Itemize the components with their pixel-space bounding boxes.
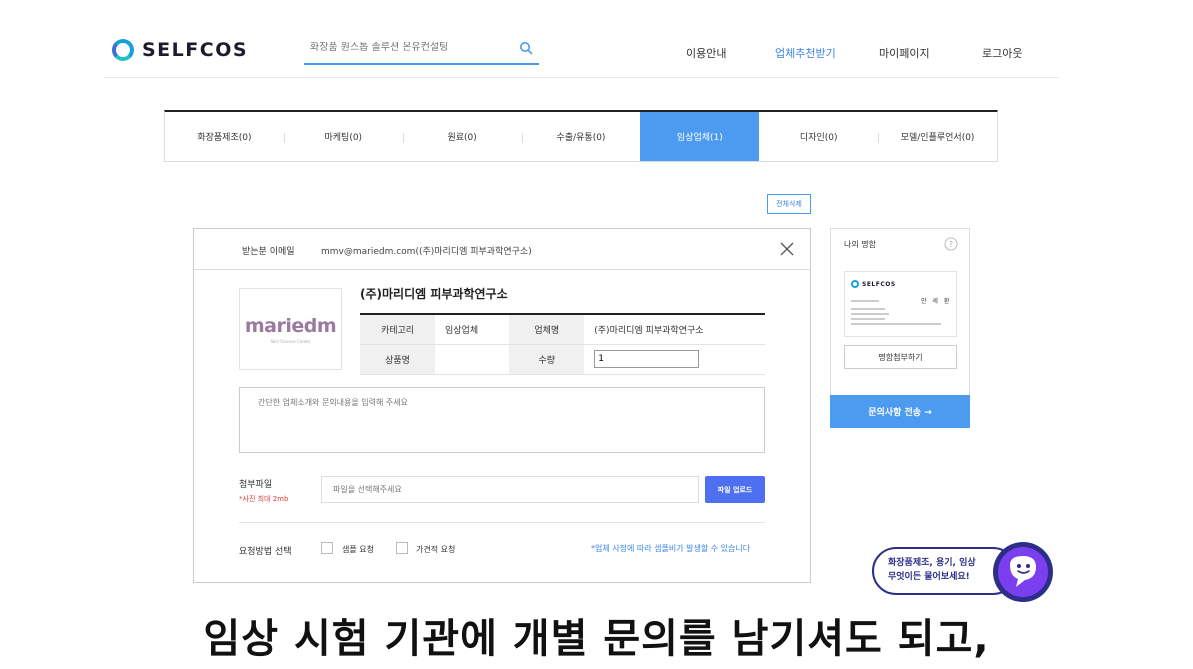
brand-name: SELFCOS bbox=[142, 39, 249, 61]
video-subtitle: 임상 시험 기관에 개별 문의를 남기셔도 되고, bbox=[203, 616, 990, 662]
form-header: 받는분 이메일 mmv@mariedm.com((주)마리디엠 피부과학연구소) bbox=[194, 229, 810, 270]
vendor-value: (주)마리디엠 피부과학연구소 bbox=[584, 314, 765, 345]
tab-raw-materials[interactable]: 원료(0) bbox=[402, 112, 522, 161]
close-icon[interactable] bbox=[779, 241, 795, 257]
sample-request-checkbox[interactable] bbox=[321, 542, 333, 554]
search-input[interactable] bbox=[310, 42, 510, 53]
svg-text:?: ? bbox=[949, 240, 953, 249]
card-text-line bbox=[851, 313, 889, 315]
company-logo-wordmark: mariedm bbox=[244, 314, 337, 337]
logo-ring-icon bbox=[112, 39, 134, 61]
card-text-line bbox=[851, 318, 885, 320]
tab-export-distribution[interactable]: 수출/유통(0) bbox=[521, 112, 641, 161]
recipient-label: 받는분 이메일 bbox=[242, 247, 295, 257]
inquiry-message-input[interactable] bbox=[239, 387, 765, 453]
company-logo: mariedm Skin Science Center bbox=[239, 288, 342, 370]
inquiry-form: 받는분 이메일 mmv@mariedm.com((주)마리디엠 피부과학연구소)… bbox=[193, 228, 811, 583]
card-logo-ring-icon bbox=[851, 280, 859, 288]
business-card-preview: SELFCOS 안 세 환 bbox=[844, 271, 957, 337]
tab-marketing[interactable]: 마케팅(0) bbox=[283, 112, 403, 161]
tab-model-influencer[interactable]: 모델/인플루언서(0) bbox=[878, 112, 997, 161]
card-text-line bbox=[851, 308, 885, 310]
table-row: 상품명 수량 bbox=[360, 344, 765, 375]
card-person-name: 안 세 환 bbox=[921, 298, 952, 305]
vendor-info-table: 카테고리 임상업체 업체명 (주)마리디엠 피부과학연구소 상품명 수량 bbox=[360, 313, 765, 375]
page: SELFCOS 이용안내 업체추천받기 마이페이지 로그아웃 화장품제조(0) … bbox=[0, 0, 1193, 669]
card-text-line bbox=[851, 300, 879, 302]
file-upload-button[interactable]: 파일 업로드 bbox=[705, 476, 765, 503]
nav-vendor-recommendation[interactable]: 업체추천받기 bbox=[775, 45, 836, 61]
help-icon[interactable]: ? bbox=[944, 237, 958, 251]
tab-cosmetic-manufacturing[interactable]: 화장품제조(0) bbox=[165, 112, 284, 161]
company-name: (주)마리디엠 피부과학연구소 bbox=[360, 287, 508, 301]
selfcos-logo[interactable]: SELFCOS bbox=[112, 39, 248, 61]
card-text-line bbox=[851, 323, 941, 325]
product-value bbox=[435, 344, 510, 375]
attach-business-card-button[interactable]: 명함첨부하기 bbox=[844, 345, 957, 369]
quote-request-label[interactable]: 가견적 요청 bbox=[416, 544, 455, 555]
category-tabs: 화장품제조(0) 마케팅(0) 원료(0) 수출/유통(0) 임상업체(1) 디… bbox=[164, 110, 998, 162]
site-header: SELFCOS 이용안내 업체추천받기 마이페이지 로그아웃 bbox=[104, 0, 1059, 78]
delete-all-button[interactable]: 전체삭제 bbox=[767, 194, 811, 214]
chatbot-icon[interactable] bbox=[992, 541, 1054, 603]
attachment-label: 첨부파일 bbox=[239, 480, 273, 490]
vendor-label: 업체명 bbox=[509, 314, 585, 345]
sample-fee-note: *업체 사정에 따라 샘플비가 발생할 수 있습니다 bbox=[591, 544, 751, 553]
nav-mypage[interactable]: 마이페이지 bbox=[879, 45, 930, 61]
sample-request-label[interactable]: 샘플 요청 bbox=[342, 544, 374, 555]
card-logo: SELFCOS bbox=[851, 280, 896, 288]
divider bbox=[239, 522, 765, 523]
attachment-size-note: *사진 최대 2mb bbox=[239, 495, 289, 503]
quantity-cell bbox=[584, 344, 765, 375]
company-logo-tagline: Skin Science Center bbox=[270, 338, 311, 344]
product-label: 상품명 bbox=[360, 344, 435, 375]
nav-usage-guide[interactable]: 이용안내 bbox=[686, 45, 726, 61]
card-brand: SELFCOS bbox=[862, 280, 896, 288]
tab-design[interactable]: 디자인(0) bbox=[759, 112, 878, 161]
request-method-label: 요청방법 선택 bbox=[239, 547, 292, 557]
send-inquiry-button[interactable]: 문의사항 전송 → bbox=[830, 395, 970, 428]
search-icon[interactable] bbox=[519, 41, 533, 55]
table-row: 카테고리 임상업체 업체명 (주)마리디엠 피부과학연구소 bbox=[360, 314, 765, 345]
business-card-title: 나의 명함 bbox=[844, 240, 876, 249]
tab-clinical[interactable]: 임상업체(1) bbox=[640, 112, 760, 161]
quantity-label: 수량 bbox=[509, 344, 585, 375]
category-label: 카테고리 bbox=[360, 314, 435, 345]
quantity-input[interactable] bbox=[594, 350, 700, 368]
search-bar bbox=[304, 40, 539, 65]
file-name-field[interactable] bbox=[321, 476, 699, 503]
quote-request-checkbox[interactable] bbox=[396, 542, 408, 554]
category-value: 임상업체 bbox=[435, 314, 510, 345]
recipient-email: mmv@mariedm.com((주)마리디엠 피부과학연구소) bbox=[321, 247, 532, 257]
business-card-panel: 나의 명함 ? SELFCOS 안 세 환 명함첨부하기 문의사항 전송 → bbox=[830, 228, 970, 428]
nav-logout[interactable]: 로그아웃 bbox=[982, 45, 1022, 61]
